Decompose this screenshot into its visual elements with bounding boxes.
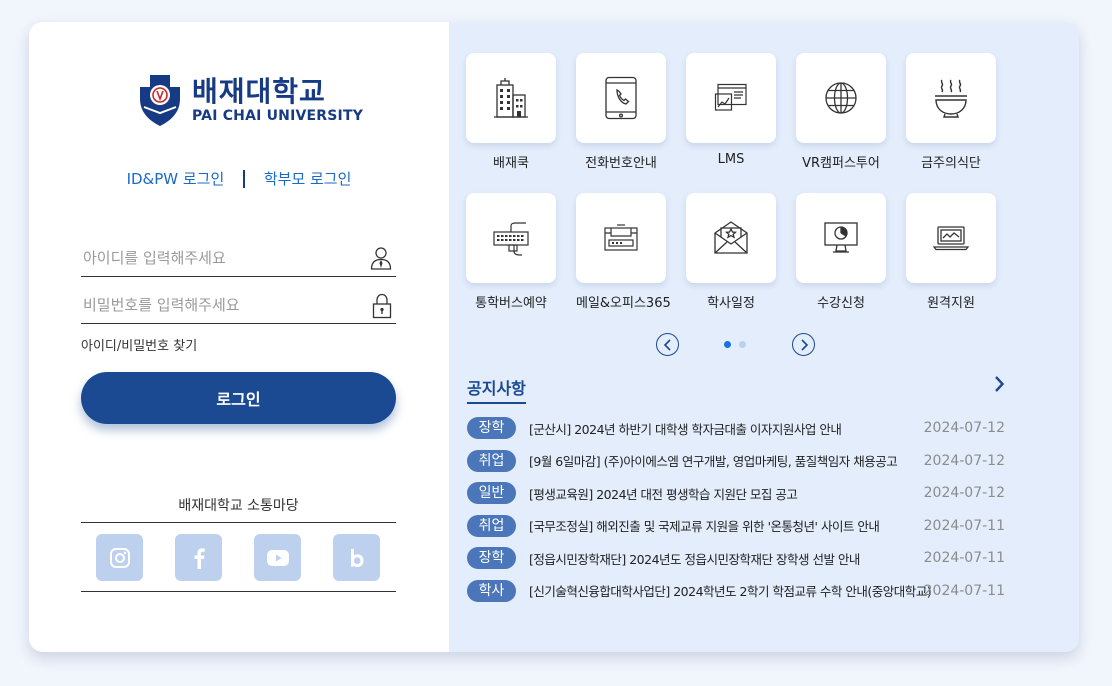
quick-label: 수강신청	[817, 296, 865, 311]
lms-chart-icon	[714, 83, 747, 111]
quick-item-lms[interactable]: LMS	[686, 53, 776, 183]
quick-label: 전화번호안내	[585, 156, 657, 171]
quick-item-remote-support[interactable]: 원격지원	[906, 193, 996, 323]
logo-text: 배재대학교 PAI CHAI UNIVERSITY	[192, 75, 364, 125]
category-badge: 장학	[467, 417, 516, 440]
notice-item[interactable]: 학사 [신기술혁신융합대학사업단] 2024학년도 2학기 학점교류 수학 안내…	[467, 575, 1007, 608]
notice-item[interactable]: 취업 [9월 6일마감] (주)아이에스엠 연구개발, 영업마케팅, 품질책임자…	[467, 445, 1007, 478]
pager-dots	[724, 341, 746, 348]
password-field	[81, 290, 396, 324]
university-emblem-icon	[140, 75, 180, 126]
quick-item-academic-calendar[interactable]: 학사일정	[686, 193, 776, 323]
notice-date: 2024-07-11	[923, 582, 1005, 599]
next-button[interactable]	[792, 333, 815, 356]
chevron-right-icon	[800, 338, 808, 351]
category-badge: 취업	[467, 514, 516, 537]
notice-title[interactable]: 공지사항	[467, 375, 526, 404]
notice-item[interactable]: 장학 [정읍시민장학재단] 2024년도 정읍시민장학재단 장학생 선발 안내 …	[467, 542, 1007, 575]
login-panel: 배재대학교 PAI CHAI UNIVERSITY ID&PW 로그인 학부모 …	[29, 22, 449, 652]
logo-name-en: PAI CHAI UNIVERSITY	[192, 108, 364, 124]
chevron-right-icon	[995, 376, 1005, 392]
notice-text: [신기술혁신융합대학사업단] 2024학년도 2학기 학점교류 수학 안내(중앙…	[529, 584, 932, 600]
id-input[interactable]	[81, 243, 351, 273]
food-bowl-icon	[935, 79, 967, 118]
pager-dot[interactable]	[739, 341, 746, 348]
divider	[81, 591, 396, 592]
user-icon	[370, 246, 392, 274]
notice-date: 2024-07-11	[923, 517, 1005, 534]
category-badge: 장학	[467, 547, 516, 570]
notice-date: 2024-07-12	[923, 420, 1005, 437]
blog-link[interactable]	[333, 534, 380, 581]
notice-text: [정읍시민장학재단] 2024년도 정읍시민장학재단 장학생 선발 안내	[529, 551, 860, 567]
quick-item-vr-campus-tour[interactable]: VR캠퍼스투어	[796, 53, 886, 183]
envelope-icon	[714, 221, 748, 254]
university-logo[interactable]: 배재대학교 PAI CHAI UNIVERSITY	[138, 73, 363, 127]
notice-item[interactable]: 일반 [평생교육원] 2024년 대전 평생학습 지원단 모집 공고 2024-…	[467, 477, 1007, 510]
quick-item-course-registration[interactable]: 수강신청	[796, 193, 886, 323]
quick-label: VR캠퍼스투어	[802, 156, 880, 171]
mail-box-icon	[604, 224, 638, 251]
logo-name-kr: 배재대학교	[192, 75, 326, 108]
notice-text: [국무조정실] 해외진출 및 국제교류 지원을 위한 '온통청년' 사이트 안내	[529, 519, 880, 535]
buildings-icon	[494, 78, 528, 118]
pager-dot[interactable]	[724, 341, 731, 348]
quick-label: 원격지원	[927, 296, 975, 311]
divider	[81, 522, 396, 523]
notice-item[interactable]: 취업 [국무조정실] 해외진출 및 국제교류 지원을 위한 '온통청년' 사이트…	[467, 510, 1007, 543]
lock-icon	[372, 293, 392, 323]
quick-label: 메일&오피스365	[576, 296, 671, 311]
globe-icon	[825, 82, 857, 114]
blog-icon	[350, 548, 363, 567]
facebook-link[interactable]	[175, 534, 222, 581]
monitor-icon	[824, 222, 858, 253]
notice-date: 2024-07-11	[923, 550, 1005, 567]
notice-more-button[interactable]	[993, 375, 1005, 397]
find-id-pw-link[interactable]: 아이디/비밀번호 찾기	[81, 335, 197, 354]
notice-text: [평생교육원] 2024년 대전 평생학습 지원단 모집 공고	[529, 486, 798, 502]
chevron-left-icon	[663, 338, 671, 351]
notice-text: [9월 6일마감] (주)아이에스엠 연구개발, 영업마케팅, 품질책임자 채용…	[529, 454, 898, 470]
quick-item-mail-office365[interactable]: 메일&오피스365	[576, 193, 671, 323]
sns-title: 배재대학교 소통마당	[178, 498, 299, 514]
prev-button[interactable]	[656, 333, 679, 356]
notice-date: 2024-07-12	[923, 452, 1005, 469]
laptop-icon	[933, 226, 969, 251]
instagram-icon	[109, 547, 130, 568]
quick-menu-pager	[656, 333, 815, 356]
facebook-icon	[194, 547, 205, 569]
youtube-icon	[266, 549, 289, 566]
notice-header: 공지사항	[467, 375, 1005, 404]
tablet-phone-icon	[605, 76, 637, 120]
quick-label: 통학버스예약	[475, 296, 547, 311]
tab-divider	[243, 169, 246, 188]
youtube-link[interactable]	[254, 534, 301, 581]
login-button[interactable]: 로그인	[81, 372, 396, 424]
sns-links	[96, 534, 380, 581]
keyboard-icon	[493, 222, 529, 256]
category-badge: 학사	[467, 579, 516, 602]
login-tabs: ID&PW 로그인 학부모 로그인	[29, 168, 449, 189]
tab-parent-login[interactable]: 학부모 로그인	[264, 168, 352, 189]
password-input[interactable]	[81, 290, 351, 320]
tab-idpw-login[interactable]: ID&PW 로그인	[127, 168, 225, 189]
quick-label: 학사일정	[707, 296, 755, 311]
quick-item-phone-directory[interactable]: 전화번호안내	[576, 53, 666, 183]
quick-item-weekly-menu[interactable]: 금주의식단	[906, 53, 996, 183]
quick-menu: 배재쿡 전화번호안내 LMS VR캠퍼스투어 금주의식단 통학버스예약 메일&오…	[466, 53, 996, 323]
quick-label: LMS	[717, 152, 745, 167]
quick-item-shuttle-reservation[interactable]: 통학버스예약	[466, 193, 556, 323]
quick-label: 금주의식단	[921, 156, 981, 171]
notice-list: 장학 [군산시] 2024년 하반기 대학생 학자금대출 이자지원사업 안내 2…	[467, 412, 1007, 607]
id-field	[81, 243, 396, 277]
instagram-link[interactable]	[96, 534, 143, 581]
category-badge: 취업	[467, 449, 516, 472]
quick-item-paijae-cook[interactable]: 배재쿡	[466, 53, 556, 183]
notice-item[interactable]: 장학 [군산시] 2024년 하반기 대학생 학자금대출 이자지원사업 안내 2…	[467, 412, 1007, 445]
notice-text: [군산시] 2024년 하반기 대학생 학자금대출 이자지원사업 안내	[529, 421, 842, 437]
notice-date: 2024-07-12	[923, 485, 1005, 502]
category-badge: 일반	[467, 482, 516, 505]
quick-label: 배재쿡	[493, 156, 529, 171]
